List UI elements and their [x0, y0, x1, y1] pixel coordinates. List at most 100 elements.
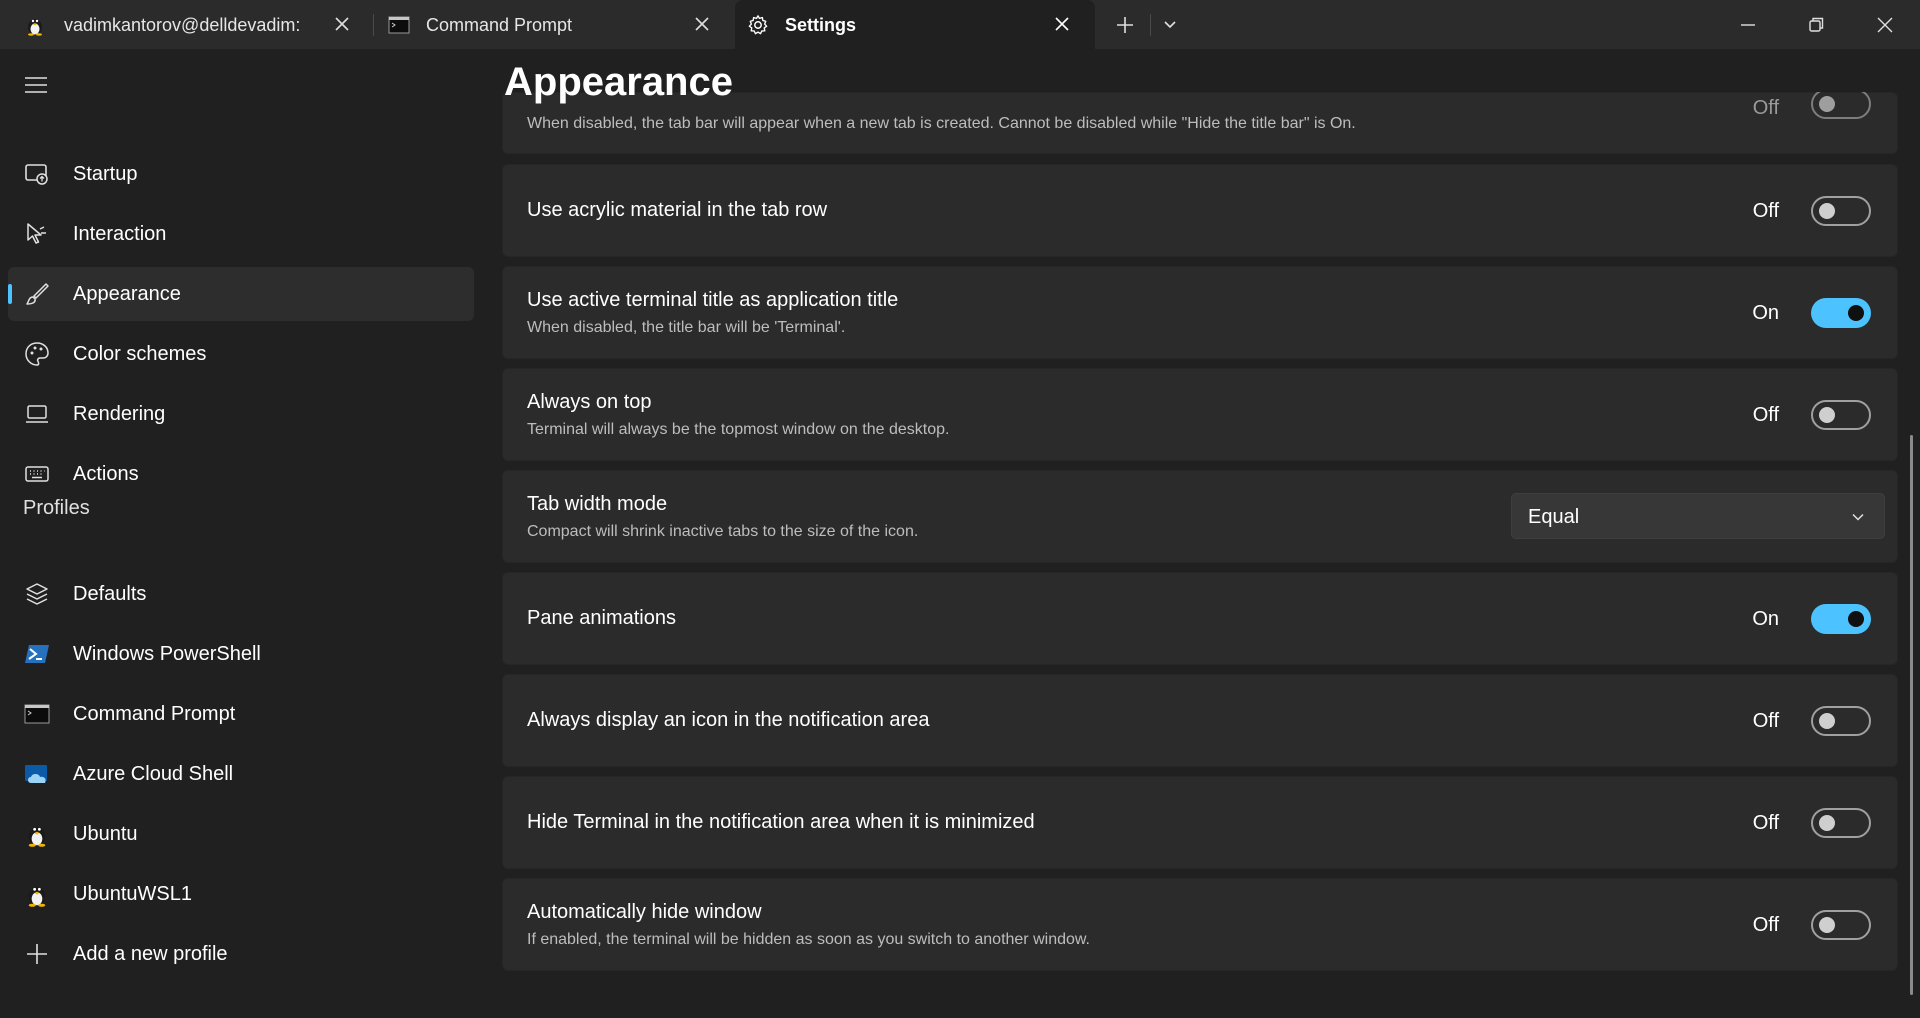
always-on-top-toggle[interactable] [1811, 400, 1871, 430]
sidebar-item-color-schemes[interactable]: Color schemes [8, 327, 474, 381]
toggle-knob [1848, 305, 1864, 321]
palette-icon [25, 342, 49, 366]
setting-card-active-terminal-title: Use active terminal title as application… [502, 266, 1898, 359]
sidebar-item-label: Windows PowerShell [73, 643, 261, 665]
toolbar-separator [1150, 14, 1151, 36]
close-window-icon[interactable] [1870, 10, 1900, 40]
chevron-down-icon[interactable] [1157, 12, 1183, 38]
acrylic-tab-row-toggle[interactable] [1811, 196, 1871, 226]
tab-ubuntu[interactable]: vadimkantorov@delldevadim: [0, 0, 370, 49]
new-tab-icon[interactable] [1112, 12, 1138, 38]
sidebar-item-interaction[interactable]: Interaction [8, 207, 474, 261]
minimize-to-notification-toggle[interactable] [1811, 808, 1871, 838]
toggle-knob [1819, 407, 1835, 423]
chevron-down-icon [1852, 513, 1864, 521]
setting-title: Use active terminal title as application… [527, 289, 899, 311]
sidebar: Startup Interaction Appearance Color sch… [0, 49, 480, 1018]
setting-title: Pane animations [527, 607, 676, 629]
always-show-tabs-toggle[interactable] [1811, 89, 1871, 119]
sidebar-item-label: Command Prompt [73, 703, 236, 725]
notification-icon-toggle[interactable] [1811, 706, 1871, 736]
setting-card-notification-icon: Always display an icon in the notificati… [502, 674, 1898, 767]
setting-card-minimize-to-notification: Hide Terminal in the notification area w… [502, 776, 1898, 869]
close-icon[interactable] [690, 12, 714, 36]
paintbrush-icon [26, 283, 49, 305]
toggle-knob [1819, 203, 1835, 219]
sidebar-item-label: Actions [73, 463, 139, 485]
terminal-icon [24, 704, 50, 724]
tab-label: vadimkantorov@delldevadim: [64, 15, 301, 35]
setting-card-auto-hide-window: Automatically hide window If enabled, th… [502, 878, 1898, 971]
setting-card-always-on-top: Always on top Terminal will always be th… [502, 368, 1898, 461]
sidebar-item-appearance[interactable]: Appearance [8, 267, 474, 321]
hamburger-menu-icon[interactable] [22, 71, 50, 99]
sidebar-item-actions[interactable]: Actions [8, 447, 474, 501]
setting-card-pane-animations: Pane animations On [502, 572, 1898, 665]
sidebar-item-startup[interactable]: Startup [8, 147, 474, 201]
tab-command-prompt[interactable]: Command Prompt [374, 0, 734, 49]
setting-card-tab-width-mode: Tab width mode Compact will shrink inact… [502, 470, 1898, 563]
tab-label: Command Prompt [426, 15, 573, 35]
setting-title: Use acrylic material in the tab row [527, 199, 828, 221]
sidebar-item-defaults[interactable]: Defaults [8, 567, 474, 621]
toggle-state-label: On [1752, 608, 1779, 630]
setting-description: Compact will shrink inactive tabs to the… [527, 523, 919, 540]
gear-icon [748, 15, 768, 35]
toggle-state-label: Off [1752, 812, 1779, 834]
toggle-state-label: Off [1752, 710, 1779, 732]
cursor-icon [27, 223, 46, 244]
startup-icon [25, 164, 48, 185]
tux-icon [28, 826, 46, 847]
toggle-knob [1819, 815, 1835, 831]
sidebar-item-windows-powershell[interactable]: Windows PowerShell [8, 627, 474, 681]
tab-settings[interactable]: Settings [735, 0, 1095, 49]
minimize-icon[interactable] [1733, 10, 1763, 40]
sidebar-item-label: Ubuntu [73, 823, 138, 845]
sidebar-item-rendering[interactable]: Rendering [8, 387, 474, 441]
tab-label: Settings [785, 15, 857, 35]
sidebar-item-label: Interaction [73, 223, 167, 245]
setting-description: If enabled, the terminal will be hidden … [527, 931, 1090, 948]
title-bar: vadimkantorov@delldevadim: Command Promp… [0, 0, 1920, 49]
selection-indicator [8, 284, 12, 304]
powershell-icon [25, 645, 49, 663]
toggle-state-label: Off [1752, 404, 1779, 426]
sidebar-item-label: Startup [73, 163, 138, 185]
monitor-icon [26, 405, 48, 423]
sidebar-item-label: Defaults [73, 583, 147, 605]
tux-icon [28, 19, 42, 36]
scrollbar[interactable] [1910, 435, 1913, 995]
page-title: Appearance [504, 60, 733, 104]
toggle-state-label: Off [1752, 97, 1779, 119]
auto-hide-window-toggle[interactable] [1811, 910, 1871, 940]
sidebar-item-label: Rendering [73, 403, 166, 425]
active-terminal-title-toggle[interactable] [1811, 298, 1871, 328]
sidebar-item-label: Add a new profile [73, 943, 228, 965]
keyboard-icon [25, 466, 49, 482]
setting-title: Always on top [527, 391, 652, 413]
setting-title: Automatically hide window [527, 901, 762, 923]
toggle-knob [1819, 917, 1835, 933]
tux-icon [28, 886, 46, 907]
restore-icon[interactable] [1801, 10, 1831, 40]
toggle-state-label: Off [1752, 200, 1779, 222]
toggle-knob [1848, 611, 1864, 627]
tab-width-mode-dropdown[interactable]: Equal [1511, 493, 1885, 539]
setting-title: Tab width mode [527, 493, 668, 515]
toggle-state-label: Off [1752, 914, 1779, 936]
sidebar-item-ubuntu[interactable]: Ubuntu [8, 807, 474, 861]
sidebar-item-label: Appearance [73, 283, 181, 305]
sidebar-item-label: Color schemes [73, 343, 207, 365]
setting-description: Terminal will always be the topmost wind… [527, 421, 950, 438]
sidebar-item-command-prompt[interactable]: Command Prompt [8, 687, 474, 741]
add-new-profile-button[interactable]: Add a new profile [8, 927, 474, 981]
setting-description: When disabled, the title bar will be 'Te… [527, 319, 846, 336]
pane-animations-toggle[interactable] [1811, 604, 1871, 634]
close-icon[interactable] [1050, 12, 1074, 36]
sidebar-item-ubuntuwsl1[interactable]: UbuntuWSL1 [8, 867, 474, 921]
layers-icon [26, 583, 48, 605]
close-icon[interactable] [330, 12, 354, 36]
sidebar-item-azure-cloud-shell[interactable]: Azure Cloud Shell [8, 747, 474, 801]
setting-title: Always display an icon in the notificati… [527, 709, 930, 731]
dropdown-selected-value: Equal [1528, 506, 1580, 528]
